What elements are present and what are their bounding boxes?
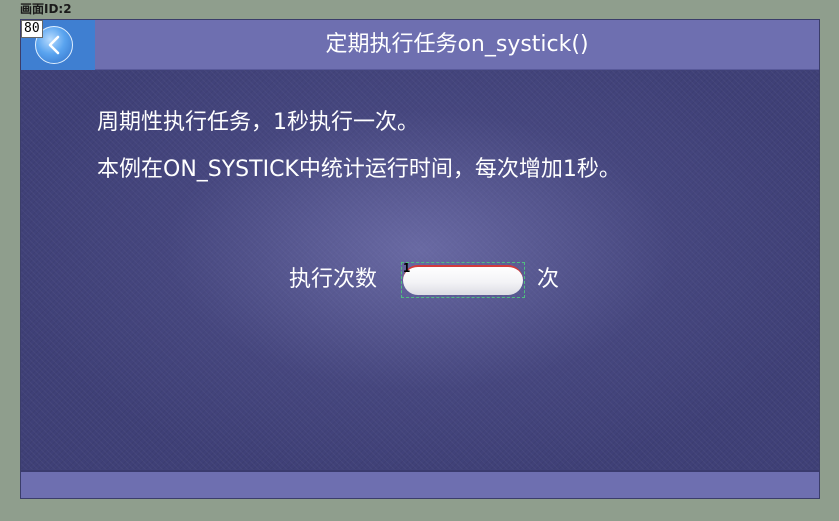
back-button-area: 80 — [21, 20, 95, 70]
counter-field-box — [403, 265, 523, 295]
main-content: 周期性执行任务，1秒执行一次。 本例在ON_SYSTICK中统计运行时间，每次增… — [21, 70, 819, 470]
chevron-left-icon — [48, 35, 60, 55]
description-line-2: 本例在ON_SYSTICK中统计运行时间，每次增加1秒。 — [97, 157, 621, 182]
counter-unit: 次 — [537, 267, 560, 292]
header-bar: 80 定期执行任务on_systick() — [21, 20, 819, 70]
counter-label: 执行次数 — [289, 267, 378, 292]
device-screen: 80 定期执行任务on_systick() 周期性执行任务，1秒执行一次。 本例… — [20, 19, 820, 499]
page-title: 定期执行任务on_systick() — [325, 32, 589, 57]
screen-id-label: 画面ID:2 — [20, 2, 72, 16]
footer-bar — [21, 470, 819, 498]
description-line-1: 周期性执行任务，1秒执行一次。 — [97, 110, 419, 135]
control-id-badge: 80 — [21, 20, 43, 38]
counter-field[interactable]: 1 — [401, 261, 525, 298]
counter-value: 1 — [403, 261, 411, 275]
